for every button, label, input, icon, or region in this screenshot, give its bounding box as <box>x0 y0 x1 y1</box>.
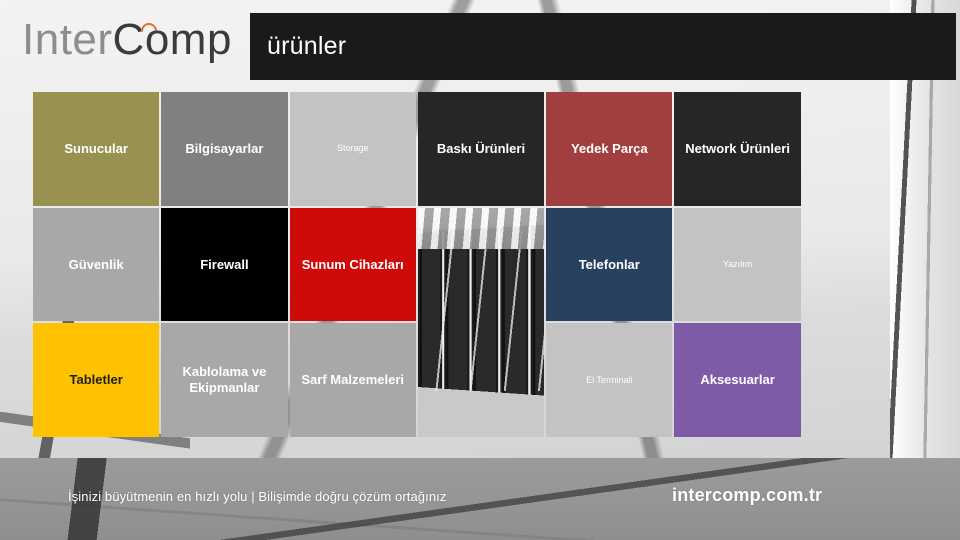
footer-tagline: İşinizi büyütmenin en hızlı yolu | Biliş… <box>68 489 447 504</box>
tile-firewall[interactable]: Firewall <box>161 207 288 322</box>
tile-sunucular[interactable]: Sunucular <box>33 92 160 206</box>
slide-canvas: InterComp ürünler Sunucular Bilgisayarlar… <box>0 0 960 540</box>
tile-label: Bilgisayarlar <box>185 140 264 156</box>
page-title: ürünler <box>267 32 347 60</box>
tile-g-venlik[interactable]: Güvenlik <box>33 207 160 322</box>
intercomp-logo: InterComp <box>22 18 232 62</box>
tile-label: Sunucular <box>64 140 128 156</box>
tile-label: Kablolama ve Ekipmanlar <box>182 364 267 396</box>
tile-label: Yazılım <box>722 259 753 269</box>
footer-website[interactable]: intercomp.com.tr <box>672 485 822 506</box>
tile-yaz-l-m[interactable]: Yazılım <box>674 207 801 322</box>
photo-ceiling-machinery <box>417 207 545 249</box>
tile-label: Yedek Parça <box>570 140 648 156</box>
tile-bask-r-nleri[interactable]: Baskı Ürünleri <box>417 92 545 206</box>
tile-label: Sarf Malzemeleri <box>301 372 404 388</box>
tile-sunum-cihazlar[interactable]: Sunum Cihazları <box>289 207 416 322</box>
tile-el-terminali[interactable]: El Terminali <box>546 323 673 437</box>
tile-label: El Terminali <box>586 374 633 385</box>
product-category-grid: Sunucular Bilgisayarlar Storage Baskı Ürünl… <box>33 92 929 437</box>
tile-network-r-nleri[interactable]: Network Ürünleri <box>674 92 801 206</box>
tile-bilgisayarlar[interactable]: Bilgisayarlar <box>161 92 288 206</box>
tile-label: Telefonlar <box>578 256 640 272</box>
tile-label: Baskı Ürünleri <box>436 140 526 156</box>
tile-label: Aksesuarlar <box>700 372 775 388</box>
tile-aksesuarlar[interactable]: Aksesuarlar <box>674 323 801 437</box>
footer-bar: İşinizi büyütmenin en hızlı yolu | Biliş… <box>0 458 960 540</box>
tile-storage[interactable]: Storage <box>289 92 416 206</box>
page-title-bar: ürünler <box>250 13 956 80</box>
tile-yedek-par-a[interactable]: Yedek Parça <box>546 92 673 206</box>
tile-tabletler[interactable]: Tabletler <box>33 323 160 437</box>
tile-label: Network Ürünleri <box>685 140 790 156</box>
photo-rack-frames <box>417 230 545 392</box>
logo-text-inter: Inter <box>22 15 113 64</box>
server-rack-photo <box>417 207 545 437</box>
logo-text-comp: Comp <box>112 15 232 64</box>
tile-label: Güvenlik <box>68 256 124 272</box>
tile-label: Tabletler <box>69 372 123 388</box>
tile-sarf-malzemeleri[interactable]: Sarf Malzemeleri <box>289 323 416 437</box>
tile-kablolama-ve-ekipmanlar[interactable]: Kablolama ve Ekipmanlar <box>161 323 288 437</box>
tile-label: Storage <box>336 143 369 154</box>
tile-label: Sunum Cihazları <box>301 256 404 272</box>
tile-telefonlar[interactable]: Telefonlar <box>546 207 673 322</box>
tile-label: Firewall <box>200 256 249 272</box>
